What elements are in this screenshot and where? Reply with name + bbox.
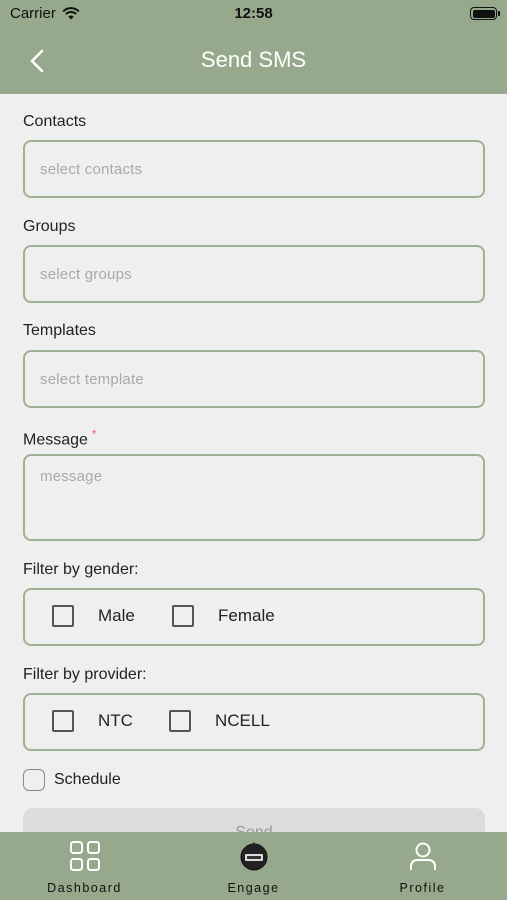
groups-placeholder: select groups bbox=[40, 266, 132, 283]
tab-engage-label: Engage bbox=[227, 881, 280, 895]
required-mark: * bbox=[91, 427, 97, 441]
tab-profile-label: Profile bbox=[399, 881, 446, 895]
ntc-label: NTC bbox=[98, 711, 133, 730]
templates-select[interactable]: select template bbox=[23, 350, 485, 408]
grid-icon bbox=[69, 841, 100, 871]
ncell-option[interactable]: NCELL bbox=[169, 710, 270, 732]
nav-bar: Send SMS bbox=[0, 28, 507, 94]
templates-placeholder: select template bbox=[40, 371, 144, 388]
tab-engage[interactable]: Engage bbox=[169, 832, 338, 900]
contacts-placeholder: select contacts bbox=[40, 161, 143, 178]
male-option[interactable]: Male bbox=[52, 605, 135, 627]
tab-bar: Dashboard Engage Profile bbox=[0, 832, 507, 900]
gender-filter-group: Male Female bbox=[23, 588, 485, 646]
groups-label: Groups bbox=[23, 218, 76, 235]
ntc-checkbox[interactable] bbox=[52, 710, 74, 732]
schedule-label: Schedule bbox=[54, 771, 121, 788]
female-label: Female bbox=[218, 606, 275, 625]
battery-icon bbox=[470, 7, 500, 20]
ntc-option[interactable]: NTC bbox=[52, 710, 133, 732]
male-label: Male bbox=[98, 606, 135, 625]
provider-filter-label: Filter by provider: bbox=[23, 666, 147, 683]
tab-dashboard-label: Dashboard bbox=[47, 881, 122, 895]
gender-filter-label: Filter by gender: bbox=[23, 561, 139, 578]
message-textarea[interactable]: message bbox=[23, 454, 485, 541]
sms-logo-icon bbox=[240, 842, 267, 871]
ncell-label: NCELL bbox=[215, 711, 270, 730]
male-checkbox[interactable] bbox=[52, 605, 74, 627]
female-option[interactable]: Female bbox=[172, 605, 275, 627]
page-title: Send SMS bbox=[200, 47, 307, 72]
status-bar: Carrier 12:58 bbox=[0, 0, 507, 28]
groups-select[interactable]: select groups bbox=[23, 245, 485, 303]
tab-profile[interactable]: Profile bbox=[338, 832, 507, 900]
contacts-select[interactable]: select contacts bbox=[23, 140, 485, 198]
female-checkbox[interactable] bbox=[172, 605, 194, 627]
tab-dashboard[interactable]: Dashboard bbox=[0, 832, 169, 900]
person-icon bbox=[409, 842, 436, 870]
status-time: 12:58 bbox=[234, 5, 273, 22]
contacts-label: Contacts bbox=[23, 113, 87, 130]
schedule-checkbox[interactable] bbox=[23, 769, 45, 791]
message-placeholder: message bbox=[40, 468, 103, 485]
message-label: Message * bbox=[23, 427, 97, 449]
templates-label: Templates bbox=[23, 322, 96, 339]
ncell-checkbox[interactable] bbox=[169, 710, 191, 732]
provider-filter-group: NTC NCELL bbox=[23, 693, 485, 751]
message-label-text: Message bbox=[23, 431, 88, 449]
